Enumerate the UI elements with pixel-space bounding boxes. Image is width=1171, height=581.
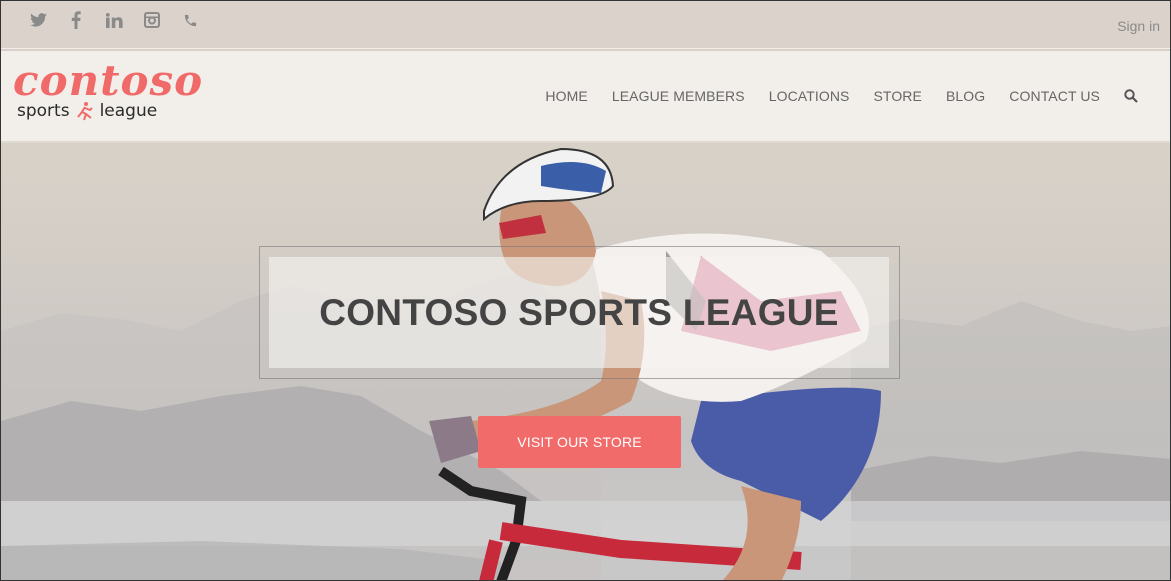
sign-in-link[interactable]: Sign in [1117,18,1160,34]
logo-wordmark: contoso [13,56,204,105]
hero-title: CONTOSO SPORTS LEAGUE [319,291,839,333]
logo-subtitle: sports league [17,101,157,121]
search-icon[interactable] [1124,88,1140,104]
page: Sign in contoso sports league HOME LEAGU… [0,0,1171,581]
hero-title-box: CONTOSO SPORTS LEAGUE [269,257,889,368]
nav-store[interactable]: STORE [873,88,921,104]
nav-contact-us[interactable]: CONTACT US [1009,88,1100,104]
linkedin-icon[interactable] [95,9,133,31]
nav-home[interactable]: HOME [545,88,587,104]
nav-league-members[interactable]: LEAGUE MEMBERS [612,88,745,104]
logo-sub-right: league [99,101,158,121]
runner-icon [76,102,93,121]
nav-blog[interactable]: BLOG [946,88,985,104]
brand-logo[interactable]: contoso sports league [13,57,202,127]
instagram-icon[interactable] [133,9,171,31]
twitter-icon[interactable] [19,9,57,31]
primary-menu: HOME LEAGUE MEMBERS LOCATIONS STORE BLOG… [521,88,1140,104]
visit-store-button[interactable]: VISIT OUR STORE [478,416,681,468]
logo-sub-left: sports [17,101,70,121]
phone-icon[interactable] [171,9,209,31]
top-utility-bar: Sign in [1,1,1170,49]
nav-locations[interactable]: LOCATIONS [769,88,850,104]
main-navbar: contoso sports league HOME LEAGUE MEMBER… [1,51,1170,143]
facebook-icon[interactable] [57,9,95,31]
social-links [19,9,209,31]
